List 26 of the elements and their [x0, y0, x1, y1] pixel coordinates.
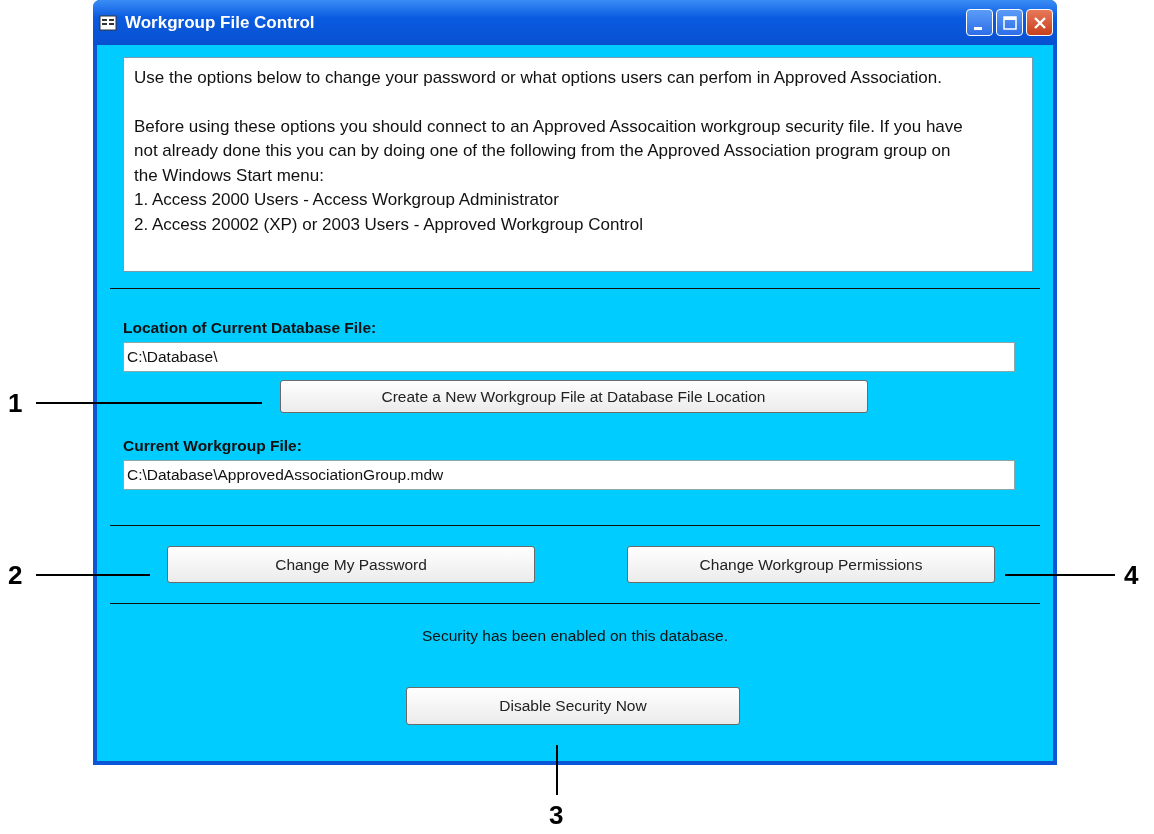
- leader-line: [556, 745, 558, 795]
- maximize-button[interactable]: [996, 9, 1023, 36]
- minimize-icon: [973, 27, 982, 30]
- callout-number: 4: [1124, 560, 1139, 591]
- field-label: Location of Current Database File:: [123, 319, 378, 337]
- workgroup-path-field[interactable]: C:\Database\ApprovedAssociationGroup.mdw: [123, 460, 1015, 490]
- callout-number: 1: [8, 388, 23, 419]
- minimize-button[interactable]: [966, 9, 993, 36]
- info-paragraph: Use the options below to change your password or what options users can perfom in Approved Association.: [134, 67, 943, 89]
- form-icon: [99, 14, 117, 31]
- window-title: Workgroup File Control: [125, 12, 315, 33]
- callout-number: 3: [549, 800, 564, 831]
- action-button[interactable]: Change My Password: [167, 546, 535, 583]
- info-paragraph: Before using these options you should connect to an Approved Assocaition workgroup security file. If you have not already done this you can by doing one of the following from the Approved Association program group on the Windows Start menu:: [134, 115, 964, 187]
- maximize-icon: [1002, 15, 1017, 30]
- info-list-item: 2. Access 20002 (XP) or 2003 Users - Approved Workgroup Control: [134, 213, 644, 236]
- field-label: Current Workgroup File:: [123, 437, 303, 455]
- callout-number: 2: [8, 560, 23, 591]
- info-list-item: 1. Access 2000 Users - Access Workgroup Administrator: [134, 189, 560, 211]
- close-button[interactable]: [1026, 9, 1053, 36]
- close-icon: [1032, 15, 1047, 30]
- action-button[interactable]: Change Workgroup Permissions: [627, 546, 995, 583]
- disable-security-button[interactable]: Disable Security Now: [406, 687, 740, 725]
- database-path-field[interactable]: C:\Database\: [123, 342, 1015, 372]
- create-workgroup-button[interactable]: Create a New Workgroup File at Database File Location: [279, 380, 868, 413]
- status-message: Security has been enabled on this database.: [422, 627, 728, 645]
